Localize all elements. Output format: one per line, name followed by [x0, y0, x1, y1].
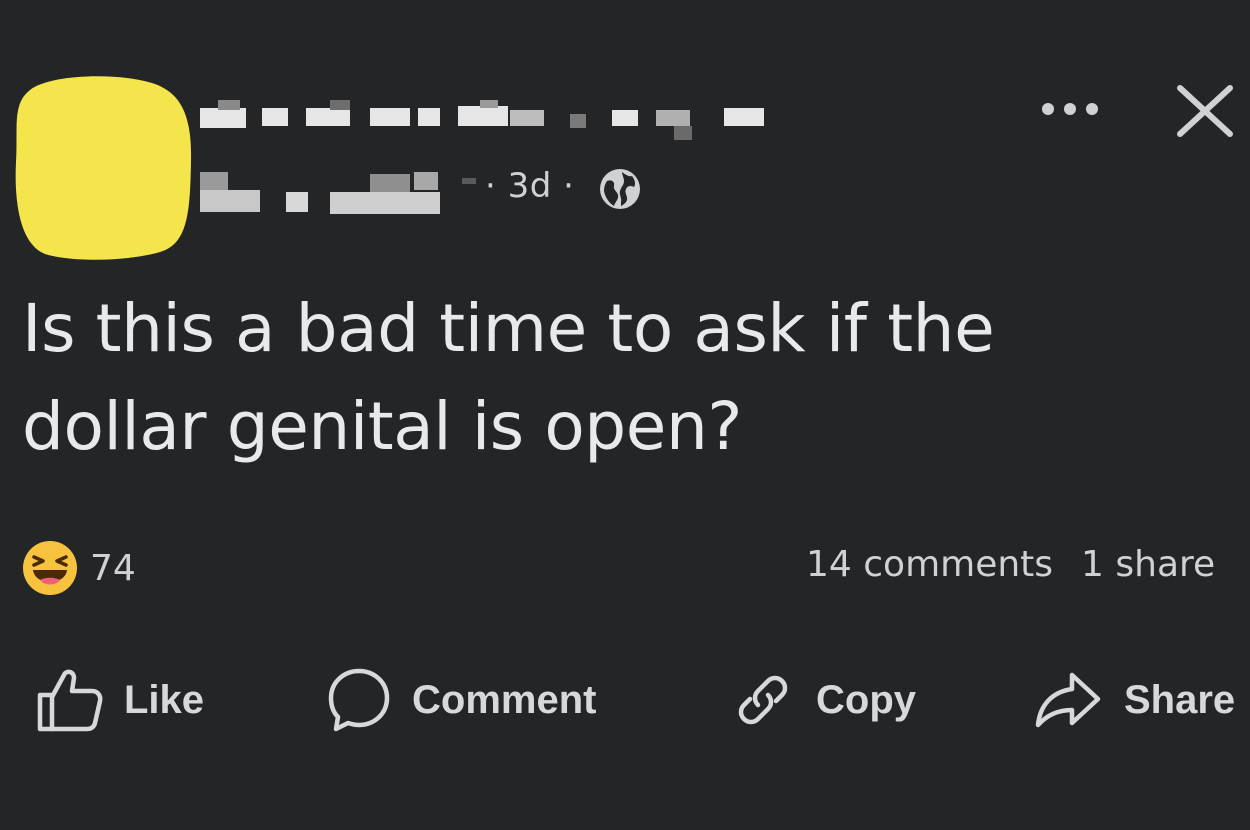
- more-options-icon: [1042, 103, 1098, 115]
- meta-separator: ·: [485, 166, 497, 206]
- copy-link-button[interactable]: Copy: [730, 660, 916, 740]
- thumbs-up-icon: [37, 669, 103, 732]
- meta-redacted: [200, 172, 476, 214]
- comments-count[interactable]: 14 comments: [806, 544, 1053, 585]
- like-button[interactable]: Like: [34, 660, 204, 740]
- comment-button[interactable]: Comment: [326, 660, 596, 740]
- copy-label: Copy: [816, 677, 916, 722]
- comment-label: Comment: [412, 677, 597, 722]
- facebook-post: · 3d · Is this a bad time to ask if the …: [0, 0, 1250, 830]
- globe-icon[interactable]: [598, 167, 642, 211]
- close-icon: [1177, 85, 1233, 137]
- post-text-line: Is this a bad time to ask if the: [22, 290, 995, 367]
- author-name-redacted[interactable]: [200, 100, 800, 140]
- reaction-count: 74: [90, 547, 136, 589]
- link-icon: [738, 675, 788, 725]
- action-bar: Like Comment Copy Share: [0, 660, 1250, 740]
- more-options-button[interactable]: [1030, 86, 1110, 132]
- share-arrow-icon: [1035, 672, 1101, 728]
- post-text: Is this a bad time to ask if the dollar …: [22, 280, 1222, 476]
- avatar-redaction: [15, 76, 192, 260]
- post-text-line: dollar genital is open?: [22, 388, 743, 465]
- share-button[interactable]: Share: [1032, 660, 1235, 740]
- avatar[interactable]: [10, 72, 194, 262]
- comment-bubble-icon: [328, 668, 390, 732]
- close-button[interactable]: [1172, 80, 1250, 142]
- post-time: 3d: [507, 166, 552, 206]
- haha-emoji-icon: [23, 541, 77, 595]
- post-stats: 14 comments 1 share: [806, 544, 1215, 585]
- post-meta: · 3d ·: [200, 162, 660, 214]
- like-label: Like: [124, 677, 205, 722]
- meta-separator: ·: [563, 166, 575, 206]
- share-label: Share: [1124, 677, 1236, 722]
- reactions-summary[interactable]: 74: [22, 540, 136, 596]
- shares-count[interactable]: 1 share: [1081, 544, 1215, 585]
- post-timestamp[interactable]: · 3d ·: [485, 166, 574, 206]
